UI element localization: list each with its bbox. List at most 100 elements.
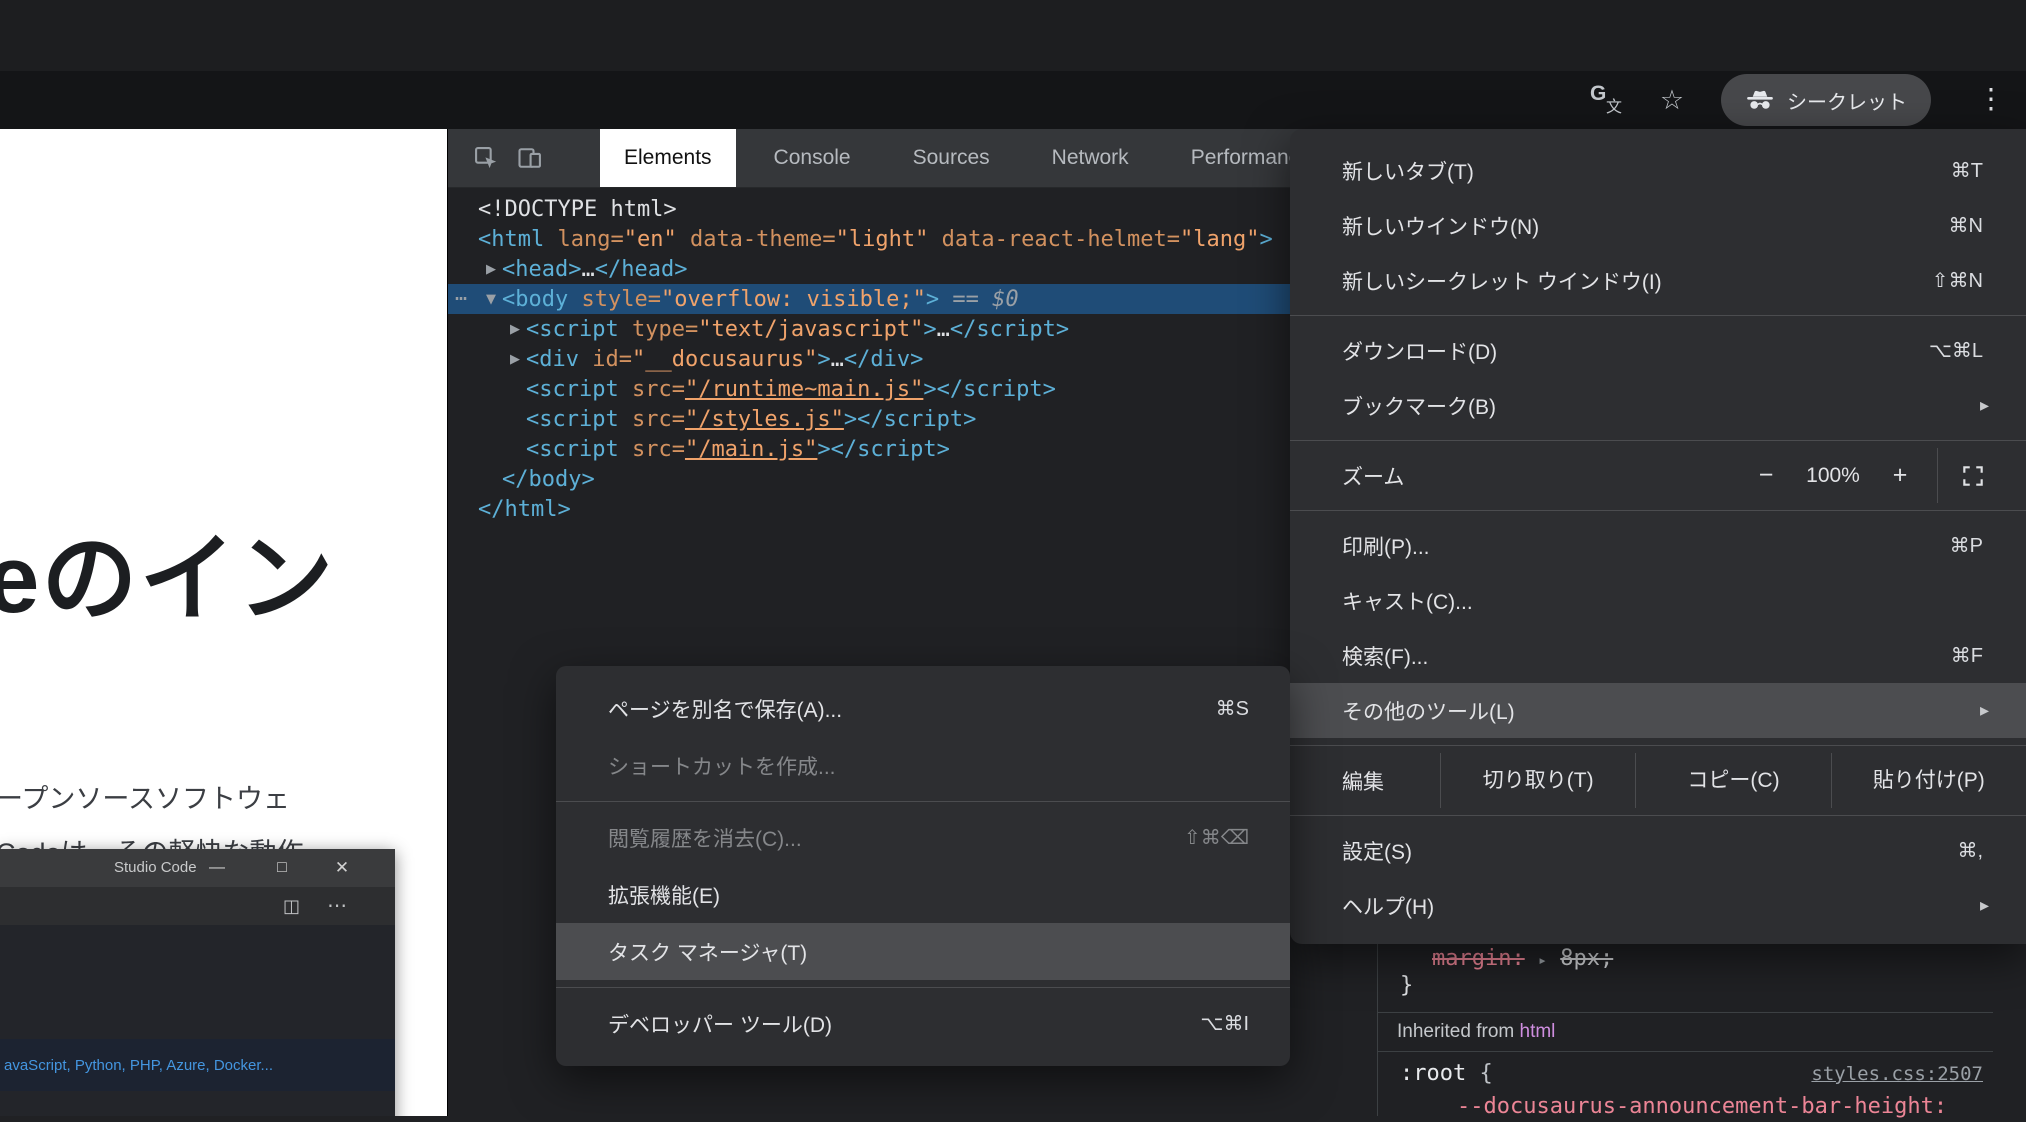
translate-icon[interactable]: G 文 [1590,85,1620,115]
dom-token: data-theme= [677,227,836,252]
menu-item-downloads[interactable]: ダウンロード(D) ⌥⌘L [1290,323,2026,378]
menu-item-more-tools[interactable]: その他のツール(L) ▸ [1290,683,2026,738]
menu-item-find[interactable]: 検索(F)...⌘F [1290,628,2026,683]
collapse-arrow-icon[interactable]: ▶ [504,322,526,337]
more-tools-submenu: ページを別名で保存(A)...⌘Sショートカットを作成...閲覧履歴を消去(C)… [556,666,1290,1066]
menu-shortcut: ⌥⌘I [1200,1011,1249,1036]
tab-console[interactable]: Console [750,129,875,187]
menu-shortcut: ⌘T [1951,158,1983,183]
dom-token: type= [619,317,698,342]
fullscreen-button[interactable] [1946,463,2000,489]
dom-token: <body [502,287,568,312]
dom-token: <html [478,227,544,252]
menu-separator [1290,315,2026,316]
device-toolbar-icon[interactable] [516,129,544,187]
menu-item-label: ヘルプ(H) [1342,891,1434,921]
dom-line[interactable]: ▶<div id="__docusaurus">…</div> [448,344,1377,374]
dom-token: == [939,287,992,312]
vscode-tabbar: ◫ ⋯ [0,887,395,925]
expand-arrow-icon[interactable]: ▼ [480,292,502,307]
dom-line[interactable]: <script src="/runtime~main.js"></script> [448,374,1377,404]
inspect-icon[interactable] [472,129,500,187]
dom-line[interactable]: <script src="/styles.js"></script> [448,404,1377,434]
fullscreen-icon [1960,463,1986,489]
dom-token: <script [526,437,619,462]
menu-separator [556,801,1290,802]
menu-shortcut: ⌥⌘L [1929,338,1983,363]
tab-network[interactable]: Network [1028,129,1153,187]
dom-more-gutter[interactable]: … [455,281,468,305]
dom-token: </body> [502,467,595,492]
vscode-footer: avaScript, Python, PHP, Azure, Docker... [0,1039,395,1091]
submenu-arrow-icon: ▸ [1980,700,1989,721]
stylesheet-source-link[interactable]: styles.css:2507 [1811,1059,1983,1089]
css-custom-property[interactable]: --docusaurus-announcement-bar-height: [1457,1092,1947,1122]
menu-item-new-incognito-window[interactable]: 新しいシークレット ウインドウ(I)⇧⌘N [1290,253,2026,308]
menu-item-label: ダウンロード(D) [1342,336,1497,366]
menu-shortcut: ⇧⌘N [1932,268,1983,293]
zoom-in-button[interactable]: + [1877,461,1923,490]
dom-line[interactable]: …▼<body style="overflow: visible;"> == $… [448,284,1377,314]
menu-item-label: その他のツール(L) [1342,696,1515,726]
collapse-arrow-icon[interactable]: ▶ [480,262,502,277]
menu-item-cut[interactable]: 切り取り(T) [1440,753,1635,808]
menu-item-save-page-as[interactable]: ページを別名で保存(A)...⌘S [556,680,1290,737]
dom-token: data-react-helmet= [928,227,1180,252]
dom-line[interactable]: </body> [448,464,1377,494]
menu-item-developer-tools[interactable]: デベロッパー ツール(D)⌥⌘I [556,995,1290,1052]
dom-token: "en" [624,227,677,252]
dom-line[interactable]: ▶<script type="text/javascript">…</scrip… [448,314,1377,344]
menu-item-paste[interactable]: 貼り付け(P) [1831,753,2026,808]
dom-token: </html> [478,497,571,522]
dom-token: "overflow: visible;" [661,287,926,312]
dom-line[interactable]: <script src="/main.js"></script> [448,434,1377,464]
kebab-menu-icon[interactable]: ⋮ [1977,82,2001,112]
menu-item-bookmarks[interactable]: ブックマーク(B)▸ [1290,378,2026,433]
dom-token: id= [579,347,632,372]
incognito-label: シークレット [1787,86,1907,115]
dom-token: > [926,287,939,312]
dom-line[interactable]: <!DOCTYPE html> [448,194,1377,224]
menu-item-help[interactable]: ヘルプ(H)▸ [1290,878,2026,933]
menu-separator [1290,510,2026,511]
css-property-value: 8px; [1560,946,1613,971]
edit-label: 編集 [1290,766,1440,796]
zoom-out-button[interactable]: − [1743,461,1789,490]
menu-shortcut: ⌘, [1957,838,1983,863]
menu-item-clear-browsing-data: 閲覧履歴を消去(C)...⇧⌘⌫ [556,809,1290,866]
tab-sources[interactable]: Sources [889,129,1014,187]
css-declaration-margin[interactable]: margin: ▸ 8px; [1432,944,1613,974]
menu-item-copy[interactable]: コピー(C) [1635,753,1830,808]
bookmark-star-icon[interactable]: ☆ [1657,85,1687,115]
menu-item-new-tab[interactable]: 新しいタブ(T) ⌘T [1290,143,2026,198]
menu-item-settings[interactable]: 設定(S)⌘, [1290,823,2026,878]
menu-item-label: 新しいウインドウ(N) [1342,211,1539,241]
dom-token: ></script> [844,407,976,432]
dom-line[interactable]: ▶<head>…</head> [448,254,1377,284]
menu-shortcut: ⌘N [1949,213,1983,238]
dom-token: $0 [992,287,1019,312]
menu-item-print[interactable]: 印刷(P)...⌘P [1290,518,2026,573]
shorthand-expander-icon[interactable]: ▸ [1538,951,1547,969]
paragraph-line: ープンソースソフトウェ [0,772,304,826]
css-property-name: --docusaurus-announcement-bar-height: [1457,1094,1947,1119]
dom-token: "text/javascript" [698,317,923,342]
menu-item-label: 新しいタブ(T) [1342,156,1474,186]
dom-token: src= [619,407,685,432]
menu-item-extensions[interactable]: 拡張機能(E) [556,866,1290,923]
rule-selector: :root [1400,1061,1466,1086]
menu-item-cast[interactable]: キャスト(C)... [1290,573,2026,628]
collapse-arrow-icon[interactable]: ▶ [504,352,526,367]
browser-toolbar: G 文 ☆ シークレット ⋮ [0,71,2026,129]
dom-token: <head> [502,257,581,282]
dom-line[interactable]: </html> [448,494,1377,524]
menu-item-new-window[interactable]: 新しいウインドウ(N) ⌘N [1290,198,2026,253]
menu-shortcut: ⇧⌘⌫ [1184,825,1249,850]
inherited-selector-link[interactable]: html [1520,1021,1556,1042]
dom-token: lang= [544,227,623,252]
menu-separator [1290,440,2026,441]
tab-elements[interactable]: Elements [600,129,736,187]
menu-item-task-manager[interactable]: タスク マネージャ(T) [556,923,1290,980]
menu-item-label: 印刷(P)... [1342,531,1430,561]
dom-line[interactable]: <html lang="en" data-theme="light" data-… [448,224,1377,254]
